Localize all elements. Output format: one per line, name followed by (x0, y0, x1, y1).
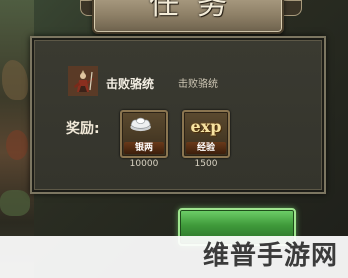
reward-silver-amount: 10000 (129, 159, 159, 169)
reward-silver-name: 银两 (124, 142, 164, 154)
window-title: 任务 (149, 0, 245, 22)
reward-exp-name: 经验 (186, 142, 226, 154)
task-name: 击败骆统 (106, 77, 155, 91)
terrain-rock (0, 190, 30, 216)
reward-silver[interactable]: 银两 (120, 110, 168, 158)
reward-exp[interactable]: exp 经验 (182, 110, 230, 158)
reward-label: 奖励: (66, 121, 100, 137)
reward-exp-amount: 1500 (194, 159, 218, 169)
watermark-banner: 维普手游网 (0, 236, 348, 278)
task-description: 击败骆统 (178, 79, 218, 90)
window-title-banner: 任务 (92, 0, 284, 34)
silver-ingot-icon (130, 117, 151, 132)
exp-icon: exp (190, 117, 222, 136)
task-panel (30, 36, 326, 194)
watermark-text: 维普手游网 (202, 241, 338, 271)
warrior-portrait-icon (68, 66, 98, 96)
terrain-rock (6, 130, 28, 160)
terrain-rock (2, 60, 28, 100)
